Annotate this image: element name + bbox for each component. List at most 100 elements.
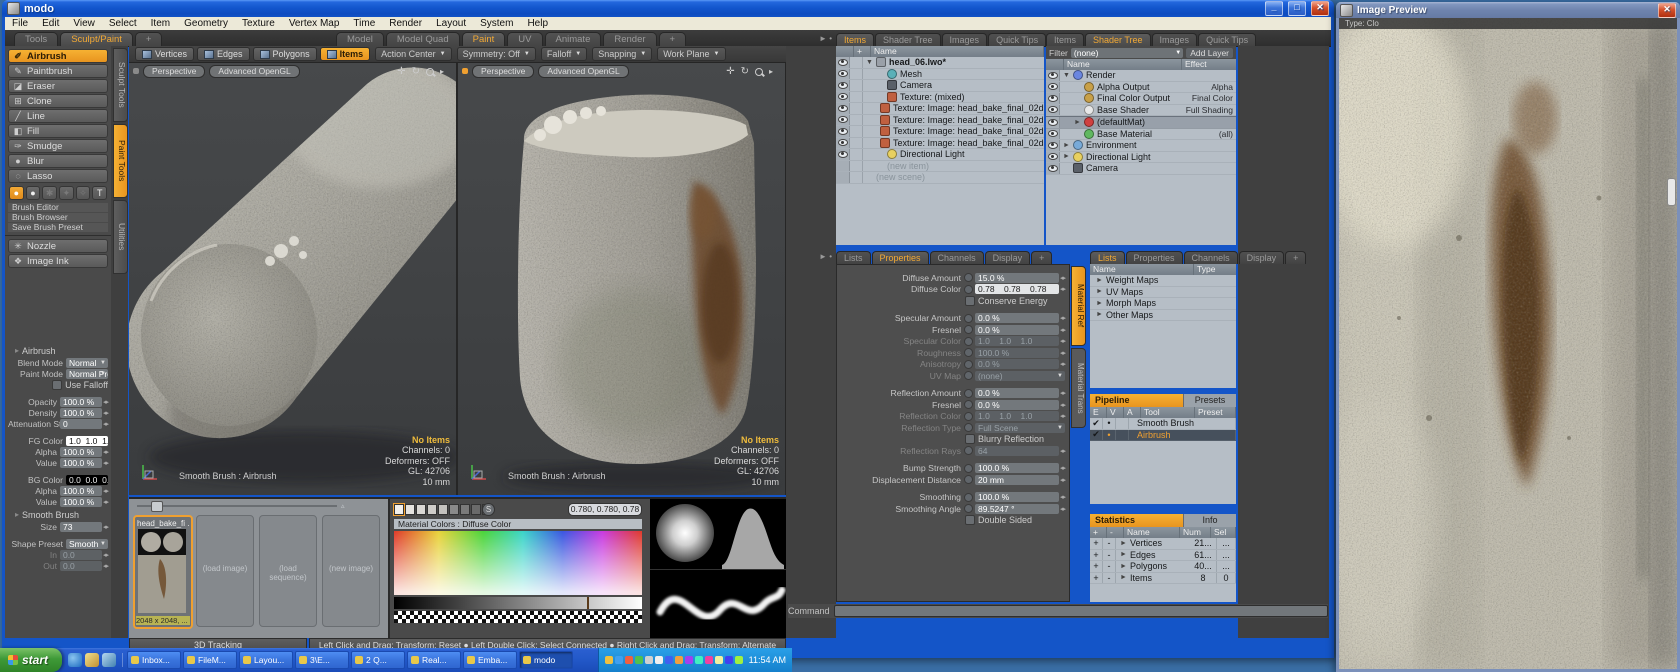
tray-icon[interactable] [735,656,743,664]
color-swatch[interactable] [394,504,404,515]
alpha-checker-strip[interactable] [394,611,642,623]
property-field-roughness[interactable]: 100.0 % [975,348,1059,358]
spinner-icon[interactable]: ◂▸ [1060,447,1065,455]
property-field-reflection-amount[interactable]: 0.0 % [975,388,1059,398]
dropdown-paint-mode[interactable]: Normal Proj ... [66,369,108,379]
expander-icon[interactable]: ► [1120,563,1127,570]
layout-tab-render[interactable]: Render [603,32,656,46]
lists-tab-channels[interactable]: Channels [1184,251,1238,264]
spinner-icon[interactable]: ◂▸ [1060,337,1065,345]
link-brush-browser[interactable]: Brush Browser [8,213,108,222]
menu-time[interactable]: Time [346,17,382,30]
side-tab-sculpt-tools[interactable]: Sculpt Tools [113,48,128,122]
eye-toggle[interactable] [836,138,850,149]
property-field-specular-amount[interactable]: 0.0 % [975,313,1059,323]
shader-tab-items[interactable]: Items [1046,33,1084,46]
spinner-icon[interactable]: ◂▸ [103,409,108,417]
layout-tab-uv[interactable]: UV [507,32,542,46]
item-row-texture-image-head-bake-final-02d-5[interactable]: Texture: Image: head_bake_final_02d (5) [836,126,1044,138]
tool-blur[interactable]: ●Blur [8,154,108,168]
list-row-uv-maps[interactable]: ►UV Maps [1090,287,1236,299]
items-tab-shader-tree[interactable]: Shader Tree [875,33,941,46]
preview-scrollbar-thumb[interactable] [1667,178,1676,206]
layout-tab-x[interactable]: + [659,32,687,46]
link-brush-editor[interactable]: Brush Editor [8,203,108,212]
internet-explorer-icon[interactable] [68,653,82,667]
property-field-smoothing-angle[interactable]: 89.5247 ° [975,504,1059,514]
checkbox-use-falloff[interactable] [52,380,62,390]
eye-toggle[interactable] [1046,152,1060,163]
eye-toggle[interactable] [1046,82,1060,93]
viewport-menu-arrow-icon[interactable]: ▸ [769,67,773,76]
stats-row-edges[interactable]: +-►Edges61...... [1090,550,1236,562]
thumbnail-load-image[interactable]: (load image) [196,515,254,627]
reset-icon[interactable] [964,314,973,323]
show-desktop-icon[interactable] [102,653,116,667]
reset-icon[interactable] [964,348,973,357]
expander-icon[interactable]: ► [1063,142,1070,149]
reset-icon[interactable] [964,285,973,294]
zoom-icon[interactable] [755,68,763,76]
collapse-arrow-icon[interactable]: ▸ [15,346,19,356]
visible-dot-icon[interactable]: • [1103,418,1116,429]
view-type-button[interactable]: Perspective [143,65,205,78]
property-field-bump-strength[interactable]: 100.0 % [975,463,1059,473]
menu-geometry[interactable]: Geometry [177,17,235,30]
collapse-minus-icon[interactable]: - [1103,550,1116,561]
reset-icon[interactable] [964,412,973,421]
panel-collapse-arrow-icon[interactable]: ► • [819,252,832,261]
menu-help[interactable]: Help [520,17,555,30]
link-save-brush-preset[interactable]: Save Brush Preset [8,223,108,232]
property-field-smoothing[interactable]: 100.0 % [975,492,1059,502]
tray-icon[interactable] [635,656,643,664]
field-alpha[interactable]: 100.0 % [60,486,102,496]
list-row-other-maps[interactable]: ►Other Maps [1090,310,1236,322]
texture-preview-image[interactable]: Type: Clo [1339,18,1677,669]
expand-plus-icon[interactable]: + [1090,561,1103,572]
props-tab-display[interactable]: Display [985,251,1031,264]
taskbar-button-3-e[interactable]: 3\E... [295,651,349,669]
reset-icon[interactable] [964,504,973,513]
saturation-button[interactable]: S [482,503,495,516]
tray-icon[interactable] [715,656,723,664]
brush-tip-spray-icon[interactable]: ✱ [42,186,57,200]
expander-icon[interactable]: ► [1096,288,1103,295]
tray-icon[interactable] [605,656,613,664]
field-in[interactable]: 0.0 [60,550,102,560]
color-swatch[interactable] [438,504,448,515]
spinner-icon[interactable]: ◂▸ [1060,476,1065,484]
expander-icon[interactable]: ► [1063,153,1070,160]
layout-tab-sculpt-paint[interactable]: Sculpt/Paint [60,32,133,46]
shader-row-final-color-output[interactable]: Final Color OutputFinal Color [1046,93,1236,105]
toolbar-dropdown-work-plane[interactable]: Work Plane▼ [657,47,725,61]
item-row-texture-image-head-bake-final-02d-3[interactable]: Texture: Image: head_bake_final_02d (3) [836,103,1044,115]
eye-toggle[interactable] [836,57,850,68]
property-field-reflection-color[interactable]: 1.0 1.0 1.0 [975,411,1059,421]
props-tab-properties[interactable]: Properties [872,251,929,264]
shader-row-directional-light[interactable]: ►Directional Light [1046,152,1236,164]
collapse-minus-icon[interactable]: - [1103,573,1116,584]
list-row-weight-maps[interactable]: ►Weight Maps [1090,275,1236,287]
field-density[interactable]: 100.0 % [60,408,102,418]
shader-row-render[interactable]: ▼Render [1046,70,1236,82]
tray-icon[interactable] [675,656,683,664]
tray-icon[interactable] [615,656,623,664]
item-row-new-scene[interactable]: (new scene) [836,172,1044,184]
spinner-icon[interactable]: ◂▸ [103,551,108,559]
expander-icon[interactable]: ► [1120,574,1127,581]
eye-toggle[interactable] [1046,105,1060,116]
color-field-fg-color[interactable]: 1.0 1.0 1.0 [66,436,108,446]
shader-row-alpha-output[interactable]: Alpha OutputAlpha [1046,82,1236,94]
reset-icon[interactable] [964,475,973,484]
menu-view[interactable]: View [66,17,102,30]
spinner-icon[interactable]: ◂▸ [103,487,108,495]
eye-toggle[interactable] [836,80,850,91]
thumbnail-load-sequence[interactable]: (load sequence) [259,515,317,627]
shader-row-camera[interactable]: Camera [1046,163,1236,175]
field-opacity[interactable]: 100.0 % [60,397,102,407]
brush-tip-solid-icon[interactable]: ● [9,186,24,200]
spinner-icon[interactable]: ◂▸ [103,498,108,506]
spinner-icon[interactable]: ◂▸ [1060,505,1065,513]
tool-clone[interactable]: ⊞Clone [8,94,108,108]
tray-icon[interactable] [705,656,713,664]
